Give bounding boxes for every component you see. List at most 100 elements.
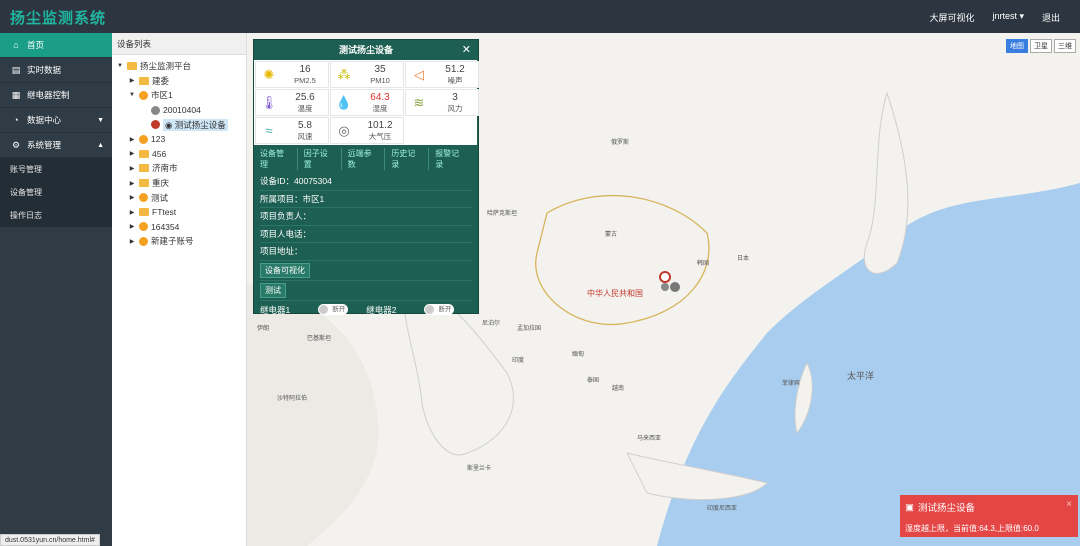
tree-label: 市区1 bbox=[151, 90, 173, 101]
bigscreen-link[interactable]: 大屏可视化 bbox=[929, 11, 974, 24]
tree-node[interactable]: ▶ 164354 bbox=[116, 220, 246, 235]
map-label: 印度 bbox=[512, 358, 525, 364]
nav-realtime[interactable]: ▤ 实时数据 bbox=[0, 58, 112, 83]
map-tab-satellite[interactable]: 卫星 bbox=[1030, 39, 1052, 53]
map-label: 蒙古 bbox=[605, 232, 618, 238]
tree-node[interactable]: ▶ 重庆 bbox=[116, 176, 246, 191]
expand-icon[interactable]: ▶ bbox=[128, 223, 136, 230]
tree-node[interactable]: 20010404 bbox=[116, 103, 246, 118]
nav-relay[interactable]: ▦ 继电器控制 bbox=[0, 83, 112, 108]
nav-home[interactable]: ⌂ 首页 bbox=[0, 33, 112, 58]
close-icon[interactable]: ✕ bbox=[462, 40, 471, 60]
relay-row: 继电器1 断开 继电器2 断开 bbox=[260, 301, 472, 319]
info-label: 项目地址： bbox=[260, 246, 303, 257]
metric-label: 湿度 bbox=[372, 103, 388, 113]
metric-label: PM2.5 bbox=[294, 75, 316, 85]
test-button[interactable]: 测试 bbox=[260, 282, 286, 298]
map-label: 伊朗 bbox=[257, 326, 270, 332]
tree-node[interactable]: ▶ 测试 bbox=[116, 190, 246, 205]
folder-icon bbox=[139, 76, 149, 85]
map-pin-icon[interactable] bbox=[659, 271, 671, 283]
tree-node[interactable]: ▶ 济南市 bbox=[116, 161, 246, 176]
metric-label: 风力 bbox=[447, 103, 463, 113]
close-icon[interactable]: × bbox=[1066, 499, 1072, 510]
tab-history[interactable]: 历史记录 bbox=[391, 148, 430, 170]
tree-node[interactable]: ▶ FTtest bbox=[116, 205, 246, 220]
info-row-phone: 项目人电话： bbox=[260, 226, 472, 243]
metric-values: 35 PM10 bbox=[357, 64, 403, 86]
nav-label: 首页 bbox=[27, 40, 45, 50]
metric-label: 温度 bbox=[297, 103, 313, 113]
popup-title: 测试扬尘设备 ✕ bbox=[254, 40, 478, 60]
nav-account[interactable]: 账号管理 bbox=[0, 158, 112, 181]
info-label: 项目人电话： bbox=[260, 228, 312, 239]
metric-label: PM10 bbox=[370, 75, 390, 85]
folder-icon bbox=[139, 208, 149, 217]
nav-label: 数据中心 bbox=[27, 115, 62, 125]
tree-header: 设备列表 bbox=[112, 33, 246, 55]
folder-icon bbox=[139, 164, 149, 173]
expand-icon[interactable]: ▶ bbox=[128, 209, 136, 216]
map-tab-map[interactable]: 地图 bbox=[1006, 39, 1028, 53]
map-label: 韩国 bbox=[697, 261, 710, 267]
gear-icon: ⚙ bbox=[11, 139, 21, 150]
toast-message: 湿度越上限，当前值:64.3,上限值:60.0 bbox=[905, 524, 1039, 533]
tree-node[interactable]: ▼ 市区1 bbox=[116, 88, 246, 103]
expand-icon[interactable]: ▶ bbox=[128, 136, 136, 143]
tab-alarm-records[interactable]: 报警记录 bbox=[435, 148, 472, 170]
map-pin-icon[interactable] bbox=[661, 283, 669, 291]
chart-icon: ▤ bbox=[11, 64, 21, 75]
sidebar: ⌂ 首页 ▤ 实时数据 ▦ 继电器控制 ◔ 数据中心 ▼ ⚙ 系统管理 ▲ 账号… bbox=[0, 33, 112, 546]
alarm-icon: ▣ bbox=[905, 501, 914, 513]
expand-icon[interactable]: ▶ bbox=[128, 194, 136, 201]
droplet-icon: 💧 bbox=[335, 94, 353, 110]
tab-factor-settings[interactable]: 因子设置 bbox=[304, 148, 342, 170]
expand-icon[interactable]: ▶ bbox=[128, 180, 136, 187]
tree-node[interactable]: ▶ 123 bbox=[116, 132, 246, 147]
expand-icon[interactable]: ▶ bbox=[128, 77, 136, 84]
tree-label: 新建子账号 bbox=[151, 236, 194, 247]
relay1-label: 继电器1 bbox=[260, 304, 291, 315]
folder-icon bbox=[127, 62, 137, 71]
expand-icon[interactable]: ▶ bbox=[128, 150, 136, 157]
tree-label: ◉ 测试扬尘设备 bbox=[163, 118, 228, 131]
device-visual-button[interactable]: 设备可视化 bbox=[260, 262, 310, 278]
metric-value: 25.6 bbox=[295, 91, 315, 103]
tab-remote-params[interactable]: 远端参数 bbox=[348, 148, 386, 170]
metric-value: 16 bbox=[299, 63, 311, 75]
expand-icon[interactable]: ▶ bbox=[128, 238, 136, 245]
user-menu[interactable]: jnrtest ▾ bbox=[992, 11, 1024, 24]
tree-node[interactable]: ▶ 456 bbox=[116, 147, 246, 162]
relay2-toggle[interactable]: 断开 bbox=[424, 304, 455, 315]
tree-node[interactable]: ▶ 新建子账号 bbox=[116, 234, 246, 249]
relay-icon: ▦ bbox=[11, 89, 21, 100]
info-label: 所属项目： bbox=[260, 193, 303, 204]
map-label: 缅甸 bbox=[572, 352, 585, 358]
nav-datacenter[interactable]: ◔ 数据中心 ▼ bbox=[0, 108, 112, 133]
map-pin-icon[interactable] bbox=[670, 282, 680, 292]
metric-value: 5.8 bbox=[298, 119, 312, 131]
metric-card: ≈5.8 风速 bbox=[255, 117, 329, 144]
tree-node[interactable]: ▶ 建委 bbox=[116, 74, 246, 89]
expand-icon[interactable]: ▼ bbox=[116, 63, 124, 69]
nav-device[interactable]: 设备管理 bbox=[0, 181, 112, 204]
project-icon bbox=[139, 90, 148, 100]
map-tab-3d[interactable]: 三维 bbox=[1054, 39, 1076, 53]
logout-link[interactable]: 退出 bbox=[1042, 11, 1060, 24]
particles-icon: ⁂ bbox=[337, 66, 351, 82]
expand-icon[interactable]: ▼ bbox=[128, 92, 136, 98]
map-label: 巴基斯坦 bbox=[307, 336, 332, 342]
expand-icon[interactable]: ▶ bbox=[128, 165, 136, 172]
home-icon: ⌂ bbox=[13, 40, 19, 50]
info-label: 设备ID： bbox=[260, 176, 295, 187]
nav-log[interactable]: 操作日志 bbox=[0, 204, 112, 227]
tree-node[interactable]: ▼ 扬尘监测平台 bbox=[116, 59, 246, 74]
device-offline-icon bbox=[151, 105, 160, 115]
metric-value: 64.3 bbox=[370, 91, 390, 103]
nav-system[interactable]: ⚙ 系统管理 ▲ bbox=[0, 133, 112, 158]
tree-label: 重庆 bbox=[152, 178, 170, 189]
metric-grid: ✺ 16 PM2.5 ⁂ 35 PM10 ◁ 51.2 噪声 🌡 25.6 温度 💧 64.3 湿度 ≋ 3 风力… bbox=[254, 60, 479, 145]
tab-device-manage[interactable]: 设备管理 bbox=[260, 148, 298, 170]
relay1-toggle[interactable]: 断开 bbox=[318, 304, 349, 315]
tree-node-selected[interactable]: ◉ 测试扬尘设备 bbox=[116, 117, 246, 132]
